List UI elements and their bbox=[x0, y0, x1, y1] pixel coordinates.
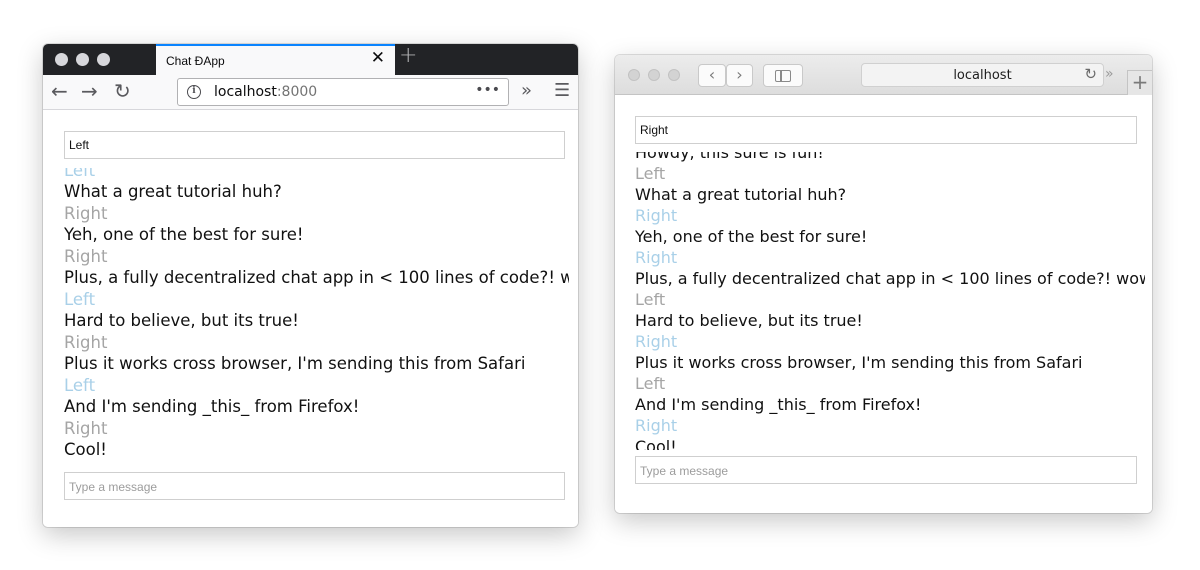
message-author: Right bbox=[635, 247, 678, 267]
message-author: Right bbox=[635, 331, 678, 351]
message-author: Left bbox=[64, 376, 96, 395]
message-text: Howdy, this sure is fun! bbox=[635, 152, 824, 162]
message-author: Left bbox=[635, 163, 666, 183]
message-text: Yeh, one of the best for sure! bbox=[635, 227, 868, 246]
message-text: What a great tutorial huh? bbox=[64, 182, 282, 201]
message-text: And I'm sending _this_ from Firefox! bbox=[635, 395, 922, 414]
url-bar[interactable]: localhost ↻ bbox=[861, 63, 1104, 87]
tab-title: Chat ĐApp bbox=[166, 54, 225, 68]
window-controls bbox=[628, 69, 680, 81]
new-tab-icon[interactable]: + bbox=[1127, 70, 1152, 95]
message-author: Left bbox=[64, 168, 96, 180]
username-input[interactable]: Left bbox=[64, 131, 565, 159]
back-chevron-icon[interactable]: ‹ bbox=[698, 64, 726, 87]
tab-chat-dapp[interactable]: Chat ĐApp ✕ bbox=[156, 44, 395, 75]
forward-chevron-icon[interactable]: › bbox=[726, 64, 753, 87]
message-author: Right bbox=[635, 415, 678, 435]
page-content: Left Left What a great tutorial huh? Right… bbox=[43, 110, 578, 527]
minimize-window-button[interactable] bbox=[648, 69, 660, 81]
sidebar-icon[interactable] bbox=[763, 64, 803, 87]
forward-arrow-icon[interactable]: → bbox=[81, 81, 98, 101]
url-host: localhost bbox=[214, 84, 277, 100]
page-actions-icon[interactable]: ••• bbox=[475, 82, 500, 98]
message-author: Right bbox=[64, 333, 108, 352]
zoom-window-button[interactable] bbox=[668, 69, 680, 81]
back-arrow-icon[interactable]: ← bbox=[51, 81, 68, 101]
hamburger-menu-icon[interactable]: ☰ bbox=[554, 82, 570, 100]
message-author: Right bbox=[64, 247, 108, 266]
reload-icon[interactable]: ↻ bbox=[114, 81, 131, 101]
message-text: And I'm sending _this_ from Firefox! bbox=[64, 397, 360, 416]
message-text: What a great tutorial huh? bbox=[635, 185, 847, 204]
message-text: Plus, a fully decentralized chat app in … bbox=[64, 268, 569, 287]
close-tab-icon[interactable]: ✕ bbox=[371, 50, 385, 67]
message-text: Cool! bbox=[635, 437, 677, 450]
message-text: Yeh, one of the best for sure! bbox=[64, 225, 304, 244]
url-bar[interactable]: i localhost:8000 ••• bbox=[177, 78, 509, 106]
url-port: :8000 bbox=[276, 84, 318, 100]
message-author: Right bbox=[64, 419, 108, 438]
info-icon[interactable]: i bbox=[187, 85, 201, 99]
message-list: Howdy, this sure is fun! Left What a great… bbox=[635, 152, 1145, 450]
new-tab-icon[interactable]: + bbox=[399, 45, 417, 67]
message-text: Hard to believe, but its true! bbox=[635, 311, 863, 330]
tab-bar: Chat ĐApp ✕ + bbox=[43, 44, 578, 75]
safari-window: ‹ › localhost ↻ » + Right Howdy, this su… bbox=[615, 55, 1152, 513]
message-input[interactable]: Type a message bbox=[635, 456, 1137, 484]
message-text: Plus it works cross browser, I'm sending… bbox=[635, 353, 1083, 372]
nav-bar: ← → ↻ i localhost:8000 ••• » ☰ bbox=[43, 75, 578, 110]
message-text: Plus, a fully decentralized chat app in … bbox=[635, 269, 1145, 288]
reload-icon[interactable]: ↻ bbox=[1084, 65, 1097, 83]
overflow-icon[interactable]: » bbox=[521, 82, 532, 100]
url-text: localhost bbox=[953, 68, 1012, 83]
message-list: Left What a great tutorial huh? Right Yeh, … bbox=[64, 168, 569, 468]
message-author: Right bbox=[635, 205, 678, 225]
url-text: localhost:8000 bbox=[214, 84, 317, 100]
close-window-button[interactable] bbox=[55, 53, 68, 66]
message-author: Right bbox=[64, 204, 108, 223]
close-window-button[interactable] bbox=[628, 69, 640, 81]
message-text: Hard to believe, but its true! bbox=[64, 311, 299, 330]
window-controls bbox=[55, 53, 110, 66]
page-content: Right Howdy, this sure is fun! Left What a… bbox=[615, 95, 1152, 513]
firefox-window: Chat ĐApp ✕ + ← → ↻ i localhost:8000 •••… bbox=[43, 44, 578, 527]
overflow-icon[interactable]: » bbox=[1105, 66, 1114, 82]
message-author: Left bbox=[64, 290, 96, 309]
zoom-window-button[interactable] bbox=[97, 53, 110, 66]
message-author: Left bbox=[635, 373, 666, 393]
message-author: Left bbox=[635, 289, 666, 309]
message-text: Cool! bbox=[64, 440, 107, 459]
message-input[interactable]: Type a message bbox=[64, 472, 565, 500]
toolbar: ‹ › localhost ↻ » + bbox=[615, 55, 1152, 95]
username-input[interactable]: Right bbox=[635, 116, 1137, 144]
minimize-window-button[interactable] bbox=[76, 53, 89, 66]
message-text: Plus it works cross browser, I'm sending… bbox=[64, 354, 526, 373]
